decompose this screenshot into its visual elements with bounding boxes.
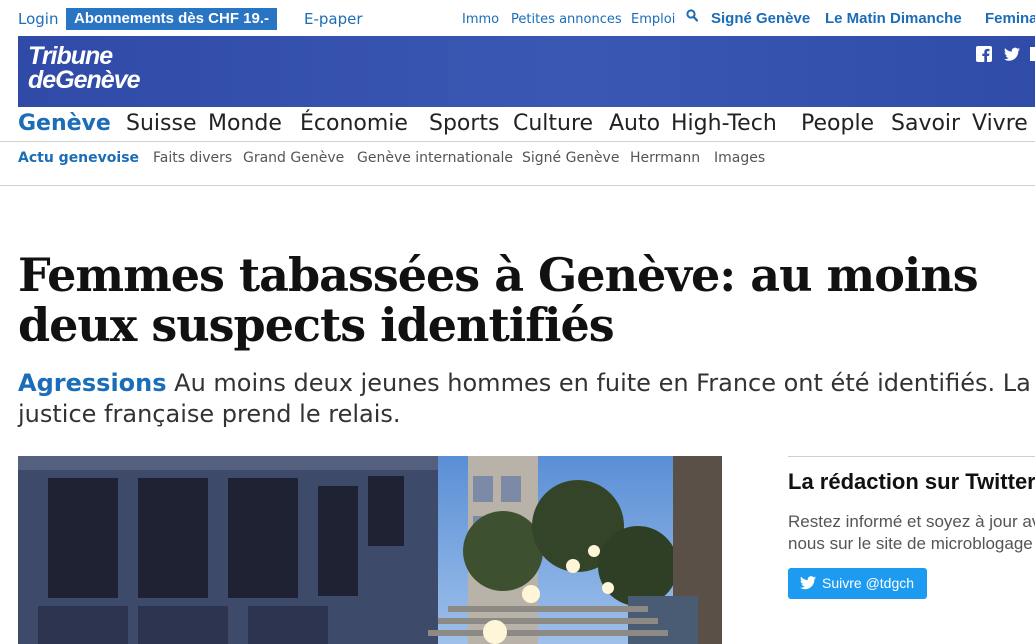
twitter-sidebar: La rédaction sur Twitter Restez informé … xyxy=(788,456,1035,599)
login-link[interactable]: Login xyxy=(18,10,58,28)
article-lead: Agressions Au moins deux jeunes hommes e… xyxy=(18,368,1035,430)
nav-savoir[interactable]: Savoir xyxy=(891,111,960,136)
search-icon[interactable] xyxy=(686,9,698,23)
mail-icon[interactable] xyxy=(1030,46,1035,62)
subnav-herrmann[interactable]: Herrmann xyxy=(630,150,700,166)
nav-people[interactable]: People xyxy=(801,111,874,136)
epaper-link[interactable]: E-paper xyxy=(304,10,363,28)
subscription-button[interactable]: Abonnements dès CHF 19.- xyxy=(66,8,278,30)
subnav-geneve-internationale[interactable]: Genève internationale xyxy=(357,150,513,166)
nav-auto[interactable]: Auto xyxy=(609,111,660,136)
follow-twitter-button[interactable]: Suivre @tdgch xyxy=(788,568,927,599)
article-kicker[interactable]: Agressions xyxy=(18,369,167,397)
subnav-actu-genevoise[interactable]: Actu genevoise xyxy=(18,150,139,166)
subnav-signe-geneve[interactable]: Signé Genève xyxy=(522,150,619,166)
sidebar-text-line-1: Restez informé et soyez à jour avec xyxy=(788,512,1035,531)
sidebar-title: La rédaction sur Twitter xyxy=(788,469,1035,494)
nav-sports[interactable]: Sports xyxy=(429,111,500,136)
article-headline: Femmes tabassées à Genève: au moins deux… xyxy=(18,248,979,352)
nav-monde[interactable]: Monde xyxy=(208,111,282,136)
sidebar-text: Restez informé et soyez à jour avec nous … xyxy=(788,511,1035,555)
article-photo[interactable] xyxy=(18,456,722,644)
subnav-faits-divers[interactable]: Faits divers xyxy=(153,150,232,166)
nav-culture[interactable]: Culture xyxy=(513,111,593,136)
article-lead-text: Au moins deux jeunes hommes en fuite en … xyxy=(18,369,1031,428)
subnav-images[interactable]: Images xyxy=(714,150,765,166)
logo-line-2: deGenève xyxy=(28,66,141,94)
subnav-grand-geneve[interactable]: Grand Genève xyxy=(243,150,344,166)
le-matin-dimanche-link[interactable]: Le Matin Dimanche xyxy=(825,10,962,27)
signe-geneve-link[interactable]: Signé Genève xyxy=(711,10,810,27)
twitter-bird-icon xyxy=(800,576,816,590)
emploi-link[interactable]: Emploi xyxy=(631,12,675,27)
nav-geneve[interactable]: Genève xyxy=(18,111,111,136)
street-scene-image xyxy=(18,456,722,644)
masthead: Tribune deGenève xyxy=(18,36,1035,107)
petites-annonces-link[interactable]: Petites annonces xyxy=(511,12,622,27)
nav-suisse[interactable]: Suisse xyxy=(126,111,196,136)
main-navigation: Genève Suisse Monde Économie Sports Cult… xyxy=(0,107,1035,142)
femina-link[interactable]: Femina xyxy=(985,10,1035,27)
facebook-icon[interactable] xyxy=(976,46,992,62)
immo-link[interactable]: Immo xyxy=(462,12,499,27)
sub-navigation: Actu genevoise Faits divers Grand Genève… xyxy=(0,142,1035,186)
nav-economie[interactable]: Économie xyxy=(300,111,408,136)
follow-button-label: Suivre @tdgch xyxy=(822,575,915,591)
nav-high-tech[interactable]: High-Tech xyxy=(671,111,777,136)
sidebar-text-line-2: nous sur le site de microblogage xyxy=(788,534,1033,553)
twitter-icon[interactable] xyxy=(1004,46,1020,62)
nav-vivre[interactable]: Vivre xyxy=(972,111,1028,136)
top-utility-bar: Login Abonnements dès CHF 19.- E-paper I… xyxy=(0,0,1035,36)
site-logo[interactable]: Tribune deGenève xyxy=(28,42,141,94)
logo-line-1: Tribune xyxy=(28,42,113,70)
